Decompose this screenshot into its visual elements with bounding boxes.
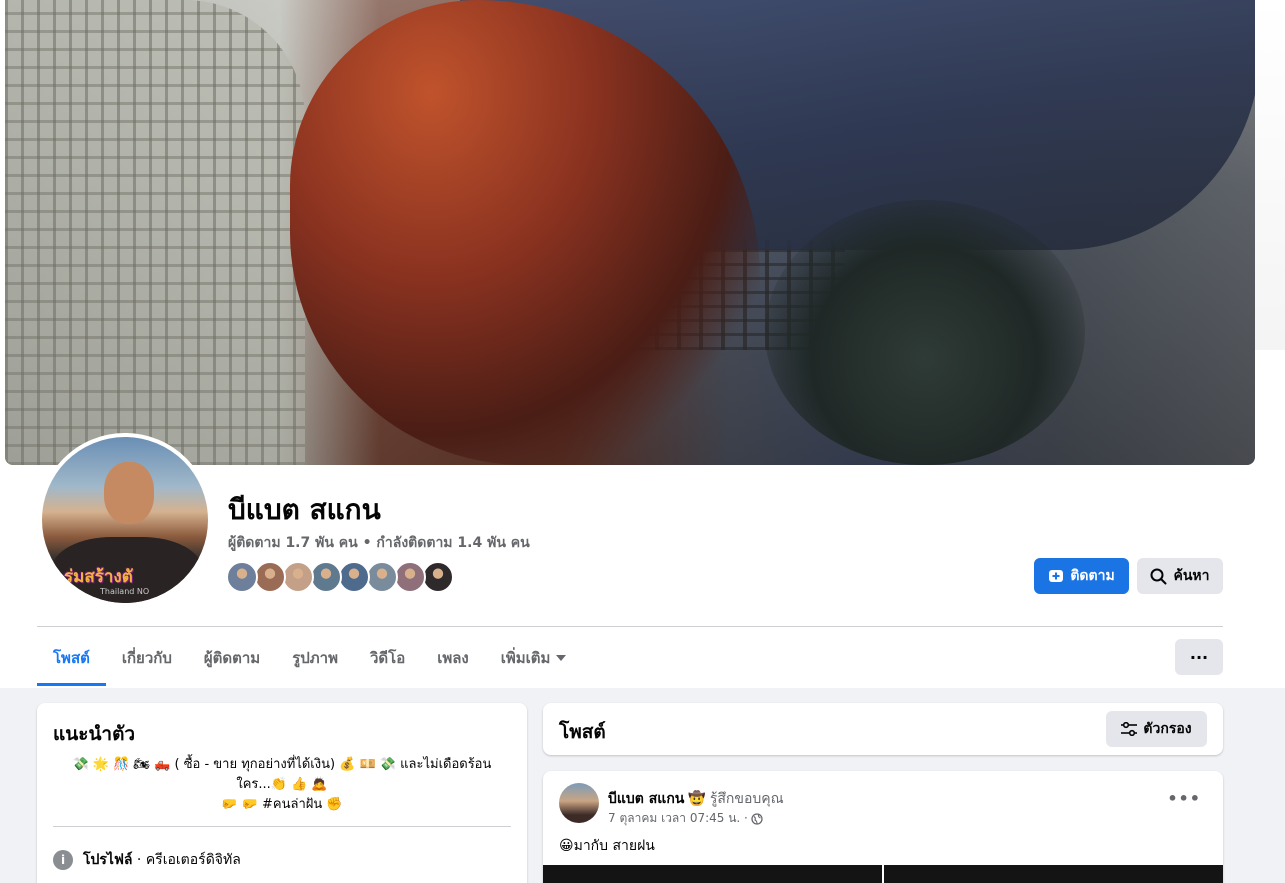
post-photo[interactable] [543, 865, 882, 883]
cover-photo[interactable] [5, 0, 1255, 465]
follow-label: ติดตาม [1070, 568, 1115, 584]
tab-label: รูปภาพ [292, 649, 338, 667]
tab-followers[interactable]: ผู้ติดตาม [188, 630, 276, 686]
intro-divider [53, 826, 511, 827]
post-time[interactable]: 7 ตุลาคม เวลา 07:45 น. · [608, 809, 748, 828]
cover-tail [765, 200, 1085, 465]
filter-label: ตัวกรอง [1143, 721, 1192, 737]
profile-stats[interactable]: ผู้ติดตาม 1.7 พัน คน • กำลังติดตาม 1.4 พ… [228, 532, 530, 554]
post-feeling: รู้สึกขอบคุณ [709, 791, 784, 807]
more-dots-icon: ··· [1189, 647, 1209, 667]
avatar-image: ร่มสร้างตั Thailand NO [42, 437, 208, 603]
post-author-name[interactable]: บีแบต สแกน [608, 788, 684, 810]
post-options-icon[interactable]: ••• [1167, 789, 1201, 808]
tab-music[interactable]: เพลง [421, 630, 485, 686]
header-divider [37, 626, 1223, 627]
globe-icon [751, 812, 763, 825]
tab-videos[interactable]: วิดีโอ [354, 630, 421, 686]
post-photo[interactable] [884, 865, 1223, 883]
friend-avatars[interactable] [226, 561, 454, 595]
friend-avatar[interactable] [338, 561, 370, 593]
tab-label: เพิ่มเติม [500, 649, 551, 667]
post-author-avatar[interactable] [559, 783, 599, 823]
post-author-line: บีแบต สแกน 🤠 รู้สึกขอบคุณ [608, 788, 784, 810]
friend-avatar[interactable] [282, 561, 314, 593]
follow-icon [1049, 570, 1064, 582]
cover-cage [5, 0, 305, 465]
info-icon: i [53, 850, 73, 870]
avatar-brand-text: ร่มสร้างตั [64, 567, 133, 587]
search-label: ค้นหา [1173, 568, 1210, 584]
posts-header-card: โพสต์ ตัวกรอง [543, 703, 1223, 755]
friend-avatar[interactable] [310, 561, 342, 593]
caret-down-icon [556, 655, 567, 661]
post-text: 😀มากับ สายฝน [559, 838, 655, 854]
filter-icon [1121, 722, 1138, 736]
friend-avatar[interactable] [422, 561, 454, 593]
right-edge [1255, 0, 1285, 350]
tab-label: ผู้ติดตาม [203, 649, 261, 667]
bio-line-1: 💸 🌟 🎊 🏍 🛻 ( ซื้อ - ขาย ทุกอย่างที่ได้เงิ… [72, 757, 492, 772]
post-photos [543, 865, 1223, 883]
tab-label: วิดีโอ [369, 649, 406, 667]
avatar-brand-subtext: Thailand NO [100, 587, 150, 596]
bio-line-2: ใคร...👏 👍 🙇 [236, 777, 328, 792]
friend-avatar[interactable] [366, 561, 398, 593]
tab-label: เพลง [437, 649, 469, 667]
avatar-face [104, 462, 154, 524]
profile-category-value: · ครีเอเตอร์ดิจิทัล [132, 852, 241, 868]
friend-avatar[interactable] [226, 561, 258, 593]
intro-bio: 💸 🌟 🎊 🏍 🛻 ( ซื้อ - ขาย ทุกอย่างที่ได้เงิ… [53, 755, 511, 815]
tab-label: โพสต์ [53, 649, 90, 667]
profile-label: โปรไฟล์ [83, 852, 133, 868]
tab-posts[interactable]: โพสต์ [37, 630, 106, 686]
post-card: บีแบต สแกน 🤠 รู้สึกขอบคุณ 7 ตุลาคม เวลา … [543, 771, 1223, 883]
intro-title: แนะนำตัว [53, 723, 136, 745]
search-button[interactable]: ค้นหา [1137, 558, 1223, 594]
filter-button[interactable]: ตัวกรอง [1106, 711, 1207, 747]
tab-label: เกี่ยวกับ [121, 649, 172, 667]
post-meta: 7 ตุลาคม เวลา 07:45 น. · [608, 809, 763, 828]
search-icon [1150, 568, 1167, 584]
posts-title: โพสต์ [559, 721, 606, 743]
more-options-button[interactable]: ··· [1175, 639, 1223, 675]
feeling-emoji: 🤠 [688, 791, 706, 807]
bio-line-3[interactable]: 🤛 🤛 #คนล่าฝัน ✊ [53, 795, 511, 815]
follow-button[interactable]: ติดตาม [1034, 558, 1129, 594]
profile-tabs: โพสต์ เกี่ยวกับ ผู้ติดตาม รูปภาพ วิดีโอ … [37, 630, 582, 686]
profile-category: i โปรไฟล์ · ครีเอเตอร์ดิจิทัล [53, 849, 241, 871]
intro-card: แนะนำตัว 💸 🌟 🎊 🏍 🛻 ( ซื้อ - ขาย ทุกอย่าง… [37, 703, 527, 883]
friend-avatar[interactable] [254, 561, 286, 593]
tab-photos[interactable]: รูปภาพ [276, 630, 354, 686]
profile-name: บีแบต สแกน [228, 493, 381, 526]
tab-more[interactable]: เพิ่มเติม [485, 630, 583, 686]
friend-avatar[interactable] [394, 561, 426, 593]
tab-about[interactable]: เกี่ยวกับ [106, 630, 188, 686]
profile-avatar[interactable]: ร่มสร้างตั Thailand NO [38, 433, 212, 607]
profile-category-text: โปรไฟล์ · ครีเอเตอร์ดิจิทัล [83, 849, 241, 871]
